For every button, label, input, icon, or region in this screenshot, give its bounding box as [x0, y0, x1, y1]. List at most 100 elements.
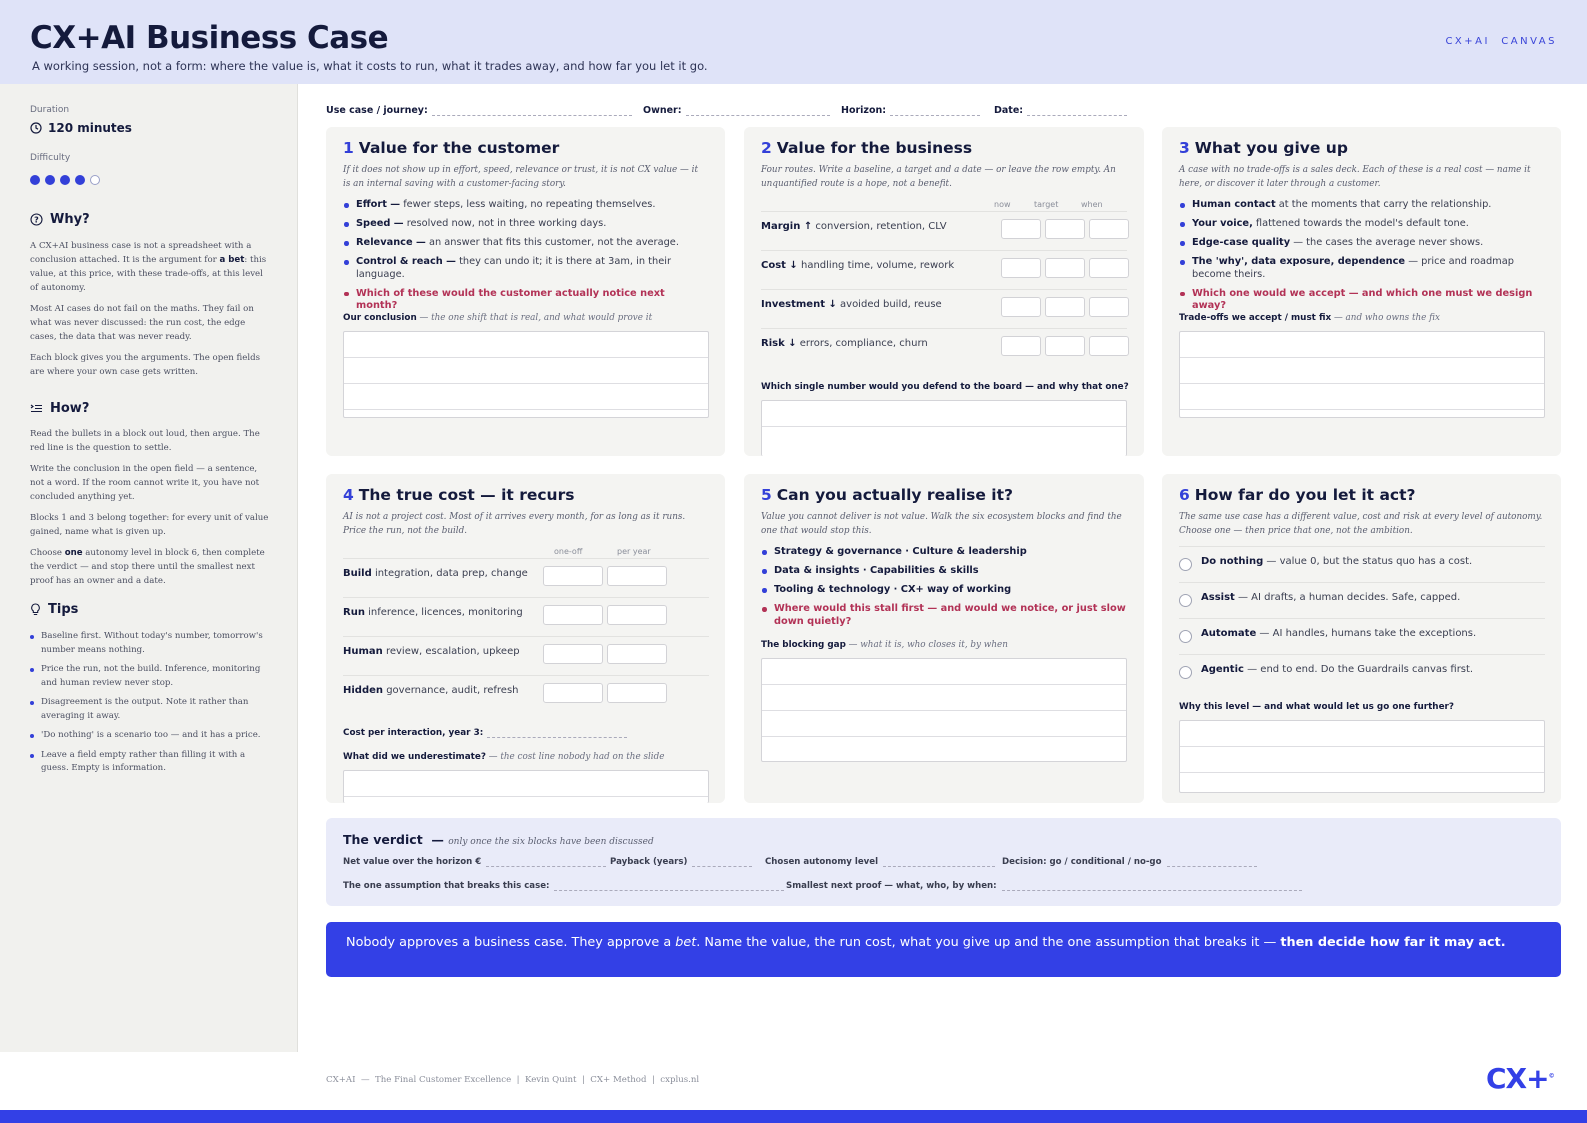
owner-field[interactable]: Owner:: [643, 104, 830, 116]
now-input[interactable]: [1001, 297, 1041, 317]
header-bar: CX+AI Business Case A working session, n…: [0, 0, 1587, 84]
per-year-input[interactable]: [607, 683, 667, 703]
block-autonomy: 6 How far do you let it act? The same use…: [1162, 474, 1561, 803]
tip-item: Baseline first. Without today's number, …: [30, 630, 275, 657]
cost-row: Hidden governance, audit, refresh: [343, 675, 709, 714]
block-true-cost: 4 The true cost — it recurs AI is not a p…: [326, 474, 725, 803]
target-input[interactable]: [1045, 336, 1085, 356]
autonomy-option-automate[interactable]: Automate — AI handles, humans take the e…: [1179, 618, 1545, 654]
cost-per-interaction-field[interactable]: Cost per interaction, year 3:: [343, 726, 628, 738]
block-title: 2 Value for the business: [761, 139, 973, 157]
field-label: Trade-offs we accept / must fix — and wh…: [1179, 313, 1441, 323]
autonomy-option-do-nothing[interactable]: Do nothing — value 0, but the status quo…: [1179, 546, 1545, 582]
board-number-input[interactable]: [761, 400, 1127, 456]
assumption-field[interactable]: The one assumption that breaks this case…: [343, 879, 785, 891]
cost-row: Run inference, licences, monitoring: [343, 597, 709, 636]
autonomy-option-agentic[interactable]: Agentic — end to end. Do the Guardrails …: [1179, 654, 1545, 690]
tips-list: Baseline first. Without today's number, …: [30, 630, 275, 782]
bullet-list: Strategy & governance · Culture & leader…: [761, 546, 1127, 635]
list-steps-icon: [30, 404, 42, 413]
radio-button[interactable]: [1179, 594, 1192, 607]
one-off-input[interactable]: [543, 566, 603, 586]
one-off-input[interactable]: [543, 683, 603, 703]
date-field[interactable]: Date:: [994, 104, 1128, 116]
net-value-field[interactable]: Net value over the horizon €: [343, 855, 607, 867]
radio-button[interactable]: [1179, 666, 1192, 679]
when-input[interactable]: [1089, 297, 1129, 317]
tip-item: Leave a field empty rather than filling …: [30, 749, 275, 776]
underestimate-input[interactable]: [343, 770, 709, 803]
clock-icon: [30, 122, 42, 134]
block-intro: If it does not show up in effort, speed,…: [343, 165, 699, 189]
bullet-list: Effort — fewer steps, less waiting, no r…: [343, 199, 708, 319]
per-year-input[interactable]: [607, 566, 667, 586]
next-proof-field[interactable]: Smallest next proof — what, who, by when…: [786, 879, 1302, 891]
how-paragraph-2: Write the conclusion in the open field —…: [30, 464, 260, 502]
question-circle-icon: ?: [30, 213, 43, 226]
duration-label: Duration: [30, 105, 70, 115]
radio-button[interactable]: [1179, 630, 1192, 643]
page-title: CX+AI Business Case: [30, 20, 389, 56]
now-input[interactable]: [1001, 258, 1041, 278]
bullet-item: Control & reach — they can undo it; it i…: [343, 256, 708, 281]
difficulty-dot-filled: [45, 175, 55, 185]
decision-field[interactable]: Decision: go / conditional / no-go: [1002, 855, 1257, 867]
verdict-panel: The verdict — only once the six blocks h…: [326, 818, 1561, 906]
payback-field[interactable]: Payback (years): [610, 855, 753, 867]
target-input[interactable]: [1045, 297, 1085, 317]
tradeoffs-input[interactable]: [1179, 331, 1545, 418]
now-input[interactable]: [1001, 219, 1041, 239]
difficulty-dot-filled: [75, 175, 85, 185]
bet-banner: Nobody approves a business case. They ap…: [326, 922, 1561, 977]
why-paragraph-2: Most AI cases do not fail on the maths. …: [30, 304, 254, 342]
usecase-field[interactable]: Use case / journey:: [326, 104, 632, 116]
blocking-gap-input[interactable]: [761, 658, 1127, 762]
difficulty-label: Difficulty: [30, 153, 71, 163]
duration-text: 120 minutes: [48, 121, 132, 135]
bullet-item: Your voice, flattened towards the model'…: [1179, 218, 1549, 231]
when-input[interactable]: [1089, 258, 1129, 278]
page-subtitle: A working session, not a form: where the…: [32, 59, 708, 73]
difficulty-dot-filled: [60, 175, 70, 185]
conclusion-input[interactable]: [343, 331, 709, 418]
horizon-field[interactable]: Horizon:: [841, 104, 981, 116]
radio-button[interactable]: [1179, 558, 1192, 571]
block-intro: The same use case has a different value,…: [1179, 512, 1543, 536]
target-input[interactable]: [1045, 258, 1085, 278]
one-off-input[interactable]: [543, 644, 603, 664]
block-title: 1 Value for the customer: [343, 139, 560, 157]
block-realise: 5 Can you actually realise it? Value you …: [744, 474, 1144, 803]
tip-item: Disagreement is the output. Note it rath…: [30, 696, 275, 723]
when-input[interactable]: [1089, 336, 1129, 356]
per-year-input[interactable]: [607, 644, 667, 664]
col-header-target: target: [1034, 200, 1059, 209]
field-label: The blocking gap — what it is, who close…: [761, 640, 1008, 650]
block-intro: AI is not a project cost. Most of it arr…: [343, 512, 686, 536]
autonomy-option-assist[interactable]: Assist — AI drafts, a human decides. Saf…: [1179, 582, 1545, 618]
autonomy-level-field[interactable]: Chosen autonomy level: [765, 855, 996, 867]
why-title: Why?: [50, 212, 90, 227]
bullet-item: Edge-case quality — the cases the averag…: [1179, 237, 1549, 250]
block-intro: Value you cannot deliver is not value. W…: [761, 512, 1122, 536]
block-title: 6 How far do you let it act?: [1179, 486, 1416, 504]
value-route-row: Cost ↓ handling time, volume, rework: [761, 250, 1129, 289]
autonomy-reason-input[interactable]: [1179, 720, 1545, 793]
now-input[interactable]: [1001, 336, 1041, 356]
when-input[interactable]: [1089, 219, 1129, 239]
tips-heading: Tips: [30, 602, 78, 617]
bullet-list: Human contact at the moments that carry …: [1179, 199, 1549, 319]
bullet-item: Speed — resolved now, not in three worki…: [343, 218, 708, 231]
target-input[interactable]: [1045, 219, 1085, 239]
duration-value: 120 minutes: [30, 121, 132, 135]
canvas-tag: CX+AI CANVAS: [1445, 36, 1557, 47]
bullet-item: The 'why', data exposure, dependence — p…: [1179, 256, 1549, 281]
lightbulb-icon: [31, 603, 40, 616]
sidebar: Duration 120 minutes Difficulty ? Why? A…: [0, 84, 298, 1052]
one-off-input[interactable]: [543, 605, 603, 625]
how-paragraph-1: Read the bullets in a block out loud, th…: [30, 429, 260, 453]
difficulty-rating: [30, 175, 100, 185]
block-value-business: 2 Value for the business Four routes. Wri…: [744, 127, 1144, 456]
how-paragraph-3: Blocks 1 and 3 belong together: for ever…: [30, 513, 269, 537]
per-year-input[interactable]: [607, 605, 667, 625]
verdict-title: The verdict — only once the six blocks h…: [343, 832, 654, 847]
